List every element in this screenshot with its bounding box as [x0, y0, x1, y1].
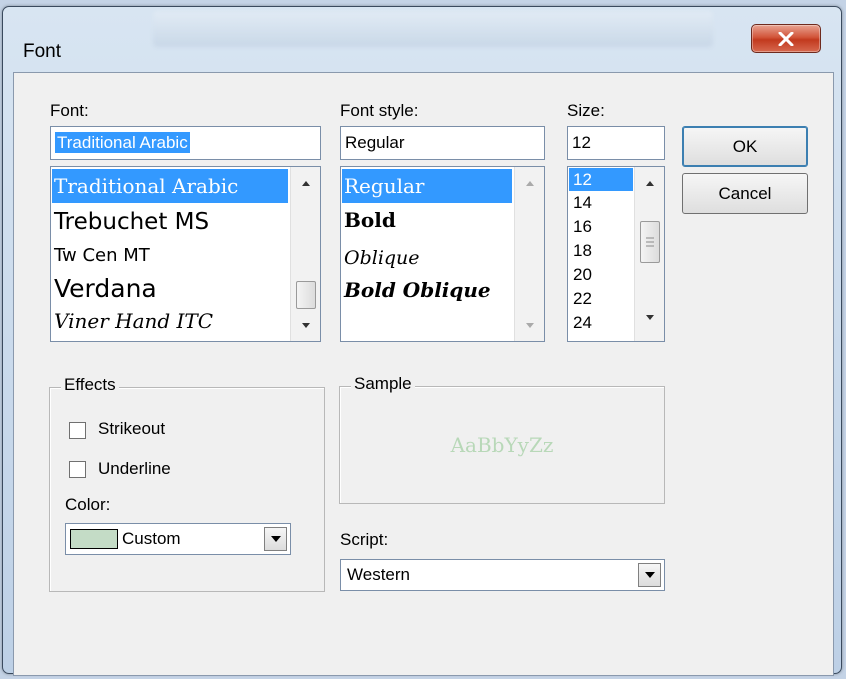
- font-list-item[interactable]: Trebuchet MS: [52, 205, 209, 239]
- font-name-input[interactable]: Traditional Arabic: [50, 126, 321, 160]
- dialog-client-area: Font: Traditional Arabic Traditional Ara…: [13, 72, 834, 676]
- size-list-item[interactable]: 18: [569, 239, 592, 262]
- size-list-item[interactable]: 16: [569, 215, 592, 238]
- grip-icon: [646, 237, 654, 247]
- sample-preview-text: AaBbYyZz: [450, 433, 554, 457]
- size-list-scrollbar[interactable]: [634, 167, 664, 341]
- scroll-up-arrow-icon[interactable]: [635, 173, 664, 193]
- font-dialog-window: Font Font: Traditional Arabic Traditiona…: [2, 6, 842, 676]
- script-value: Western: [347, 565, 410, 584]
- scroll-down-arrow-icon[interactable]: [291, 315, 320, 335]
- close-button[interactable]: [751, 24, 821, 53]
- scroll-up-arrow-icon[interactable]: [515, 173, 544, 193]
- scroll-down-arrow-icon[interactable]: [515, 315, 544, 335]
- font-list-item[interactable]: Tw Cen MT: [52, 241, 150, 271]
- scroll-up-arrow-icon[interactable]: [291, 173, 320, 193]
- font-style-list-scrollbar[interactable]: [514, 167, 544, 341]
- font-style-list[interactable]: Regular Bold Oblique Bold Oblique: [340, 166, 545, 342]
- strikeout-checkbox[interactable]: [69, 422, 86, 439]
- scrollbar-thumb[interactable]: [296, 281, 316, 309]
- underline-label[interactable]: Underline: [98, 459, 171, 479]
- font-style-label: Font style:: [340, 101, 419, 120]
- size-list-item[interactable]: 12: [569, 168, 633, 191]
- scrollbar-thumb[interactable]: [640, 221, 660, 263]
- size-input[interactable]: 12: [567, 126, 665, 160]
- font-style-list-item[interactable]: Oblique: [342, 241, 420, 275]
- blurred-background-titlebar: [153, 11, 713, 47]
- size-list-item[interactable]: 14: [569, 191, 592, 214]
- effects-legend: Effects: [61, 375, 119, 395]
- size-label: Size:: [567, 101, 605, 120]
- strikeout-label[interactable]: Strikeout: [98, 419, 165, 439]
- font-name-value: Traditional Arabic: [55, 132, 190, 153]
- dropdown-arrow-icon[interactable]: [638, 563, 661, 587]
- underline-checkbox[interactable]: [69, 461, 86, 478]
- close-icon: [778, 31, 794, 46]
- font-name-list[interactable]: Traditional Arabic Trebuchet MS Tw Cen M…: [50, 166, 321, 342]
- color-swatch: [70, 529, 118, 549]
- font-list-item[interactable]: Verdana: [52, 271, 157, 307]
- ok-button[interactable]: OK: [682, 126, 808, 167]
- dialog-title: Font: [23, 41, 62, 62]
- color-dropdown[interactable]: Custom: [65, 523, 291, 555]
- size-list[interactable]: 12 14 16 18 20 22 24: [567, 166, 665, 342]
- effects-group: [49, 387, 325, 592]
- sample-legend: Sample: [351, 374, 415, 394]
- size-list-item[interactable]: 22: [569, 287, 592, 310]
- font-style-value: Regular: [345, 133, 405, 152]
- script-label: Script:: [340, 530, 389, 549]
- font-label: Font:: [50, 101, 89, 120]
- font-style-input[interactable]: Regular: [340, 126, 545, 160]
- color-value: Custom: [122, 529, 181, 548]
- font-list-item[interactable]: Traditional Arabic: [52, 169, 288, 203]
- color-label: Color:: [65, 495, 111, 514]
- size-value: 12: [572, 133, 591, 152]
- script-dropdown[interactable]: Western: [340, 559, 665, 591]
- size-list-item[interactable]: 24: [569, 311, 592, 334]
- font-list-scrollbar[interactable]: [290, 167, 320, 341]
- dropdown-arrow-icon[interactable]: [264, 527, 287, 551]
- font-style-list-item[interactable]: Regular: [342, 169, 512, 203]
- scroll-down-arrow-icon[interactable]: [635, 307, 664, 327]
- cancel-button[interactable]: Cancel: [682, 173, 808, 214]
- font-style-list-item[interactable]: Bold: [342, 203, 396, 237]
- font-list-item[interactable]: Viner Hand ITC: [52, 306, 213, 336]
- size-list-item[interactable]: 20: [569, 263, 592, 286]
- font-style-list-item[interactable]: Bold Oblique: [342, 273, 491, 307]
